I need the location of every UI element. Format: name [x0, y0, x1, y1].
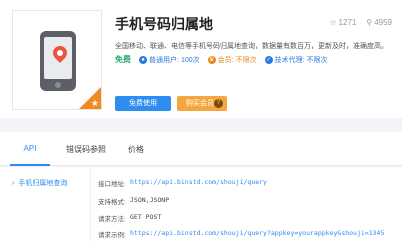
star-outline-icon: ☆	[329, 18, 337, 27]
row-value: GET POST	[130, 213, 162, 221]
product-thumbnail: ★	[12, 10, 102, 110]
phone-illustration	[40, 31, 76, 91]
api-endpoint-row: 接口地址: https://api.binstd.com/shouji/quer…	[98, 178, 267, 188]
free-use-button[interactable]: 免费使用	[115, 96, 171, 111]
free-label: 免费	[115, 55, 131, 64]
api-format-row: 支持格式: JSON,JSONP	[98, 196, 169, 206]
product-card: ★ 手机号码归属地 ☆ 1271 ⚲ 4959 全国移动、联通、电信等手机号码归…	[0, 0, 402, 118]
help-icon[interactable]: ?	[214, 99, 223, 108]
tab-bar: API 错误码参照 价格	[0, 132, 402, 166]
tag-label: 普通用户:	[149, 56, 179, 64]
tag-value: 100次	[180, 56, 200, 64]
tab-pricing[interactable]: 价格	[128, 144, 144, 155]
product-description: 全国移动、联通、电信等手机号码归属地查询，数据量有数百万，更新及时，准确度高。	[115, 43, 388, 50]
product-title: 手机号码归属地	[115, 16, 213, 32]
tag-tech-support: ✓ 技术代理: 不限次	[264, 55, 328, 65]
tech-support-icon: ✓	[264, 55, 273, 64]
tag-label: 会员:	[217, 56, 234, 64]
api-panel: › 手机归属地查询 接口地址: https://api.binstd.com/sh…	[0, 167, 402, 242]
tab-api[interactable]: API	[10, 144, 50, 166]
row-label: 接口地址:	[98, 181, 126, 188]
tag-value: 不限次	[235, 56, 257, 64]
buy-vip-button[interactable]: 购买会员 ?	[177, 96, 227, 111]
row-label: 请求示例:	[98, 232, 126, 239]
star-icon: ★	[90, 98, 99, 108]
example-link[interactable]: https://api.binstd.com/shouji/query?appk…	[130, 229, 384, 239]
buy-vip-label: 购买会员	[186, 100, 214, 107]
row-label: 请求方法:	[98, 216, 126, 223]
view-stat: ⚲ 4959	[366, 18, 392, 27]
page: ★ 手机号码归属地 ☆ 1271 ⚲ 4959 全国移动、联通、电信等手机号码归…	[0, 0, 402, 242]
endpoint-link[interactable]: https://api.binstd.com/shouji/query	[130, 178, 267, 188]
row-label: 支持格式:	[98, 199, 126, 206]
sidebar-item-label: 手机归属地查询	[18, 180, 68, 187]
vip-icon: ♛	[207, 55, 216, 64]
chevron-right-icon: ›	[12, 180, 15, 187]
user-icon: ●	[139, 55, 147, 64]
phone-screen	[44, 37, 72, 79]
user-icon: ⚲	[366, 18, 373, 27]
pricing-tags: 免费 ● 普通用户: 100次 ♛ 会员: 不限次 ✓ 技术代理: 不限次	[115, 54, 328, 65]
location-pin-icon	[50, 43, 70, 63]
product-stats: ☆ 1271 ⚲ 4959	[329, 18, 392, 27]
like-stat[interactable]: ☆ 1271	[329, 18, 356, 27]
view-count: 4959	[374, 18, 392, 27]
tab-error-codes[interactable]: 错误码参照	[66, 144, 106, 155]
tag-vip: ♛ 会员: 不限次	[207, 55, 257, 65]
api-example-row: 请求示例: https://api.binstd.com/shouji/quer…	[98, 229, 384, 239]
tag-label: 技术代理:	[274, 56, 305, 64]
row-value: JSON,JSONP	[130, 196, 170, 204]
sidebar-item-phone-lookup[interactable]: › 手机归属地查询	[12, 178, 67, 188]
like-count: 1271	[338, 18, 357, 27]
tag-normal-user: ● 普通用户: 100次	[139, 55, 200, 65]
phone-home-button	[55, 82, 61, 88]
api-method-row: 请求方法: GET POST	[98, 213, 161, 223]
divider	[90, 167, 91, 242]
tag-value: 不限次	[306, 56, 328, 64]
